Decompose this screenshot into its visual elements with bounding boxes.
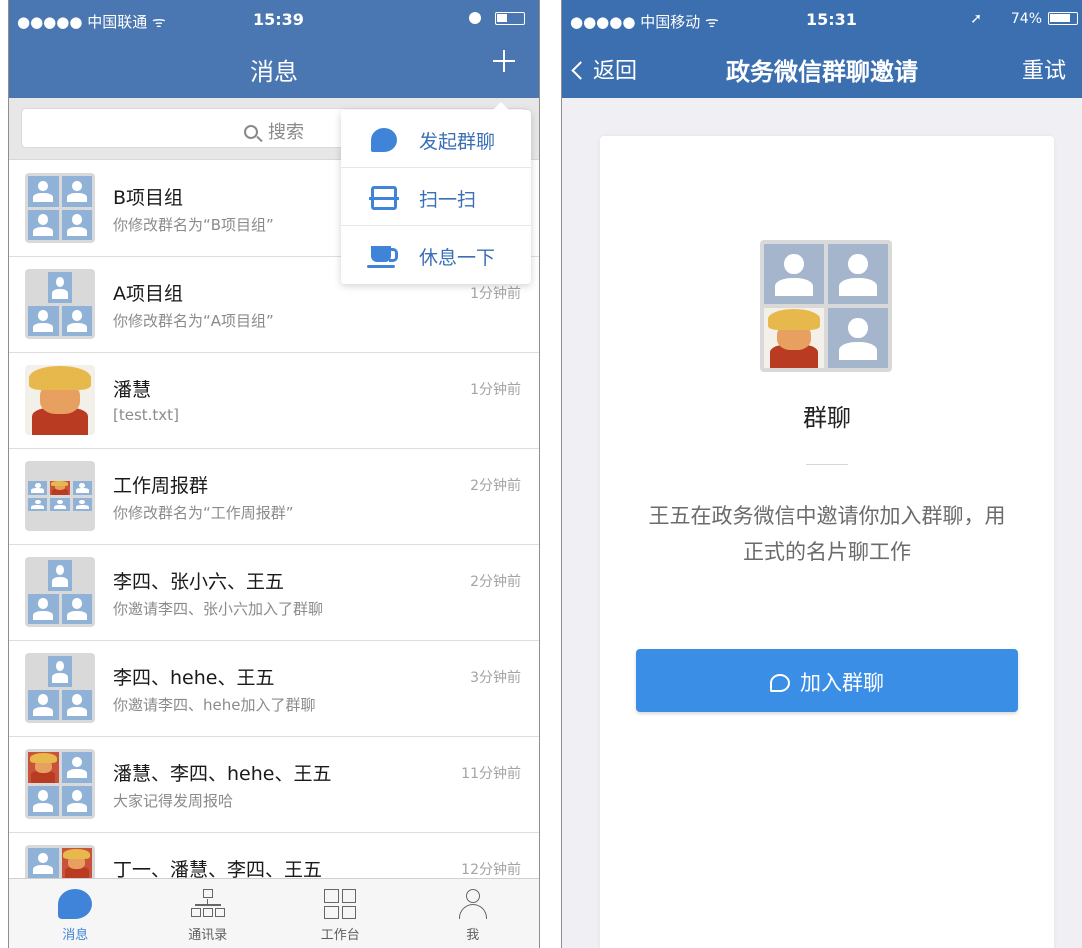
menu-item-label: 休息一下 [419, 247, 496, 269]
chat-name: 工作周报群 [113, 475, 209, 497]
scan-icon [369, 186, 399, 210]
person-icon [62, 176, 93, 207]
avatar-top-person [48, 656, 72, 687]
tab-label: 通讯录 [188, 928, 228, 943]
person-icon [828, 308, 888, 368]
person-icon [62, 306, 93, 337]
person-icon [62, 210, 93, 241]
person-icon [28, 306, 59, 337]
chat-name: B项目组 [113, 187, 184, 209]
divider [806, 464, 848, 465]
status-time: 15:39 [253, 10, 304, 29]
carrier-label: ●●●●● 中国移动 ᯤ [570, 13, 719, 31]
chat-row[interactable]: 工作周报群 你修改群名为“工作周报群” 2分钟前 [9, 449, 539, 545]
join-button-label: 加入群聊 [800, 671, 884, 695]
alarm-icon [469, 12, 481, 24]
menu-item-take-a-break[interactable]: 休息一下 [341, 226, 531, 284]
messages-screen: ●●●●● 中国联通 ᯤ 15:39 消息 搜索 B项目组 你修改群名为“B项目… [8, 0, 540, 948]
chat-time: 2分钟前 [470, 478, 521, 494]
chat-row[interactable]: 李四、张小六、王五 你邀请李四、张小六加入了群聊 2分钟前 [9, 545, 539, 641]
chat-preview: 你邀请李四、hehe加入了群聊 [113, 696, 316, 714]
carrier-label: ●●●●● 中国联通 ᯤ [17, 13, 166, 31]
page-title: 消息 [250, 58, 298, 86]
chat-row[interactable]: 李四、hehe、王五 你邀请李四、hehe加入了群聊 3分钟前 [9, 641, 539, 737]
avatar [25, 365, 95, 435]
chat-preview: 你修改群名为“B项目组” [113, 216, 274, 234]
person-icon [28, 210, 59, 241]
battery-percent: 74% [1010, 11, 1042, 27]
message-icon [58, 889, 93, 919]
tab-me[interactable]: 我 [407, 879, 540, 948]
add-popup-menu: 发起群聊 扫一扫 休息一下 [341, 102, 531, 284]
chat-preview: 你邀请李四、张小六加入了群聊 [113, 600, 324, 618]
chat-preview: 你修改群名为“A项目组” [113, 312, 274, 330]
chat-time: 3分钟前 [470, 670, 521, 686]
nav-bar: 消息 [9, 38, 539, 98]
chat-preview: [test.txt] [113, 406, 179, 424]
person-icon [458, 889, 487, 921]
chat-time: 1分钟前 [470, 286, 521, 302]
chat-preview: 大家记得发周报哈 [113, 792, 234, 810]
chat-bubble-icon [371, 128, 397, 152]
location-icon: ➚ [970, 11, 982, 27]
group-avatar [760, 240, 892, 372]
tab-messages[interactable]: 消息 [9, 879, 142, 948]
chat-bubble-icon [770, 674, 790, 692]
tab-contacts[interactable]: 通讯录 [142, 879, 275, 948]
person-icon [28, 176, 59, 207]
menu-item-label: 扫一扫 [419, 189, 477, 211]
cartoon-avatar [764, 308, 824, 368]
group-invite-screen: ●●●●● 中国移动 ᯤ 15:31 ➚ 74% 返回 政务微信群聊邀请 重试 … [561, 0, 1082, 948]
org-chart-icon [190, 889, 225, 919]
status-bar: ●●●●● 中国联通 ᯤ 15:39 [9, 0, 539, 38]
menu-item-label: 发起群聊 [419, 131, 496, 153]
chat-name: 潘慧、李四、hehe、王五 [113, 763, 332, 785]
tab-bar: 消息 通讯录 工作台 我 [9, 878, 539, 948]
search-icon [244, 125, 258, 139]
group-avatar [25, 173, 95, 243]
page-title: 政务微信群聊邀请 [726, 58, 918, 86]
menu-item-start-group-chat[interactable]: 发起群聊 [341, 110, 531, 168]
group-avatar [25, 749, 95, 819]
chat-time: 1分钟前 [470, 382, 521, 398]
tab-label: 消息 [62, 928, 89, 943]
avatar-top-person [48, 560, 72, 591]
join-group-button[interactable]: 加入群聊 [636, 649, 1018, 712]
tab-workbench[interactable]: 工作台 [274, 879, 407, 948]
menu-item-scan[interactable]: 扫一扫 [341, 168, 531, 226]
invite-card: 群聊 王五在政务微信中邀请你加入群聊，用正式的名片聊工作 加入群聊 [600, 136, 1054, 948]
chat-name: 李四、hehe、王五 [113, 667, 275, 689]
tab-label: 我 [466, 928, 480, 943]
nav-bar: 返回 政务微信群聊邀请 重试 [562, 38, 1082, 98]
chat-time: 2分钟前 [470, 574, 521, 590]
chat-row[interactable]: 潘慧、李四、hehe、王五 大家记得发周报哈 11分钟前 [9, 737, 539, 833]
search-placeholder: 搜索 [268, 122, 304, 143]
avatar-top-person [48, 272, 72, 303]
chat-name: 潘慧 [113, 379, 152, 401]
retry-button[interactable]: 重试 [1022, 53, 1066, 85]
chat-row[interactable]: 潘慧 [test.txt] 1分钟前 [9, 353, 539, 449]
chat-time: 12分钟前 [461, 862, 521, 878]
person-icon [764, 244, 824, 304]
chat-name: A项目组 [113, 283, 183, 305]
grid-icon [324, 889, 357, 919]
person-icon [828, 244, 888, 304]
status-bar: ●●●●● 中国移动 ᯤ 15:31 ➚ 74% [562, 0, 1082, 38]
coffee-cup-icon [367, 246, 398, 268]
battery-icon [1048, 12, 1078, 25]
invite-text: 王五在政务微信中邀请你加入群聊，用正式的名片聊工作 [648, 504, 1006, 564]
chat-time: 11分钟前 [461, 766, 521, 782]
group-avatar [25, 461, 95, 531]
battery-icon [495, 12, 525, 25]
tab-label: 工作台 [320, 928, 360, 943]
status-time: 15:31 [806, 10, 857, 29]
chat-preview: 你修改群名为“工作周报群” [113, 504, 294, 522]
chat-name: 李四、张小六、王五 [113, 571, 285, 593]
group-name: 群聊 [803, 404, 851, 432]
add-menu-button[interactable] [487, 44, 521, 78]
